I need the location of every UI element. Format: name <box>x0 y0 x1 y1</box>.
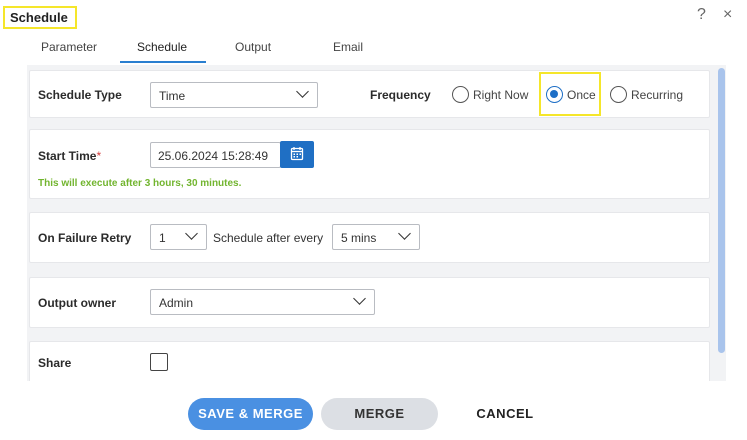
required-marker: * <box>96 149 102 163</box>
frequency-once-radio[interactable] <box>546 86 563 103</box>
chevron-down-icon <box>353 292 366 305</box>
output-owner-card: Output owner Admin <box>29 277 710 328</box>
retry-interval-value: 5 mins <box>341 231 377 245</box>
close-icon[interactable]: × <box>723 6 732 24</box>
failure-retry-label: On Failure Retry <box>38 231 132 245</box>
help-icon[interactable]: ? <box>697 6 706 24</box>
calendar-icon <box>290 147 304 161</box>
schedule-type-value: Time <box>159 89 186 103</box>
schedule-type-select[interactable]: Time <box>150 82 318 108</box>
start-time-label: Start Time* <box>38 149 101 163</box>
tab-parameter[interactable]: Parameter <box>41 40 97 54</box>
tab-bar: Parameter Schedule Output Email <box>0 36 747 63</box>
frequency-recurring-radio[interactable] <box>610 86 627 103</box>
chevron-down-icon <box>398 227 411 240</box>
active-tab-indicator <box>120 61 206 63</box>
tab-schedule[interactable]: Schedule <box>137 40 187 54</box>
tab-output[interactable]: Output <box>235 40 271 54</box>
schedule-dialog: Schedule ? × Parameter Schedule Output E… <box>0 0 747 440</box>
start-time-input[interactable]: 25.06.2024 15:28:49 <box>150 142 281 168</box>
frequency-label: Frequency <box>370 88 431 102</box>
merge-button[interactable]: MERGE <box>321 398 438 430</box>
chevron-down-icon <box>185 227 198 240</box>
retry-count-value: 1 <box>159 231 166 245</box>
failure-retry-card: On Failure Retry 1 Schedule after every … <box>29 212 710 263</box>
share-label: Share <box>38 356 72 370</box>
start-time-hint: This will execute after 3 hours, 30 minu… <box>38 178 242 189</box>
tab-email[interactable]: Email <box>333 40 363 54</box>
schedule-type-card: Schedule Type Time Frequency Right Now O… <box>29 70 710 118</box>
cancel-button[interactable]: CANCEL <box>460 398 550 430</box>
share-card: Share <box>29 341 710 381</box>
start-time-card: Start Time* 25.06.2024 15:28:49 This wil… <box>29 129 710 199</box>
output-owner-label: Output owner <box>38 296 116 310</box>
dialog-title: Schedule <box>3 6 77 29</box>
frequency-right-now-label: Right Now <box>473 88 529 102</box>
retry-count-select[interactable]: 1 <box>150 224 207 250</box>
chevron-down-icon <box>296 85 309 98</box>
calendar-button[interactable] <box>280 141 314 168</box>
frequency-once-label: Once <box>567 88 596 102</box>
start-time-label-text: Start Time <box>38 149 97 163</box>
retry-interval-select[interactable]: 5 mins <box>332 224 420 250</box>
share-checkbox[interactable] <box>150 353 168 371</box>
output-owner-value: Admin <box>159 296 194 310</box>
schedule-type-label: Schedule Type <box>38 88 122 102</box>
schedule-after-label: Schedule after every <box>213 231 324 245</box>
frequency-right-now-radio[interactable] <box>452 86 469 103</box>
form-scrollbar-thumb[interactable] <box>718 68 725 353</box>
save-merge-button[interactable]: SAVE & MERGE <box>188 398 313 430</box>
frequency-recurring-label: Recurring <box>631 88 684 102</box>
output-owner-select[interactable]: Admin <box>150 289 375 315</box>
schedule-form: Schedule Type Time Frequency Right Now O… <box>27 65 726 381</box>
